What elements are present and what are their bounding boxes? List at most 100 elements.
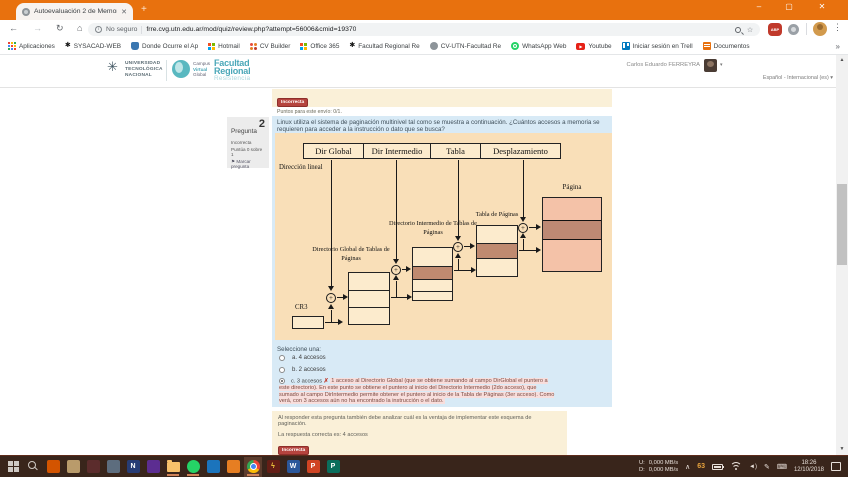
radio-icon[interactable] <box>279 355 285 361</box>
address-bar[interactable]: i No seguro frre.cvg.utn.edu.ar/mod/quiz… <box>88 23 760 36</box>
close-button[interactable]: ✕ <box>815 2 829 11</box>
taskbar-app-orange[interactable] <box>224 457 242 477</box>
table-row <box>349 307 389 323</box>
bookmark-whatsapp[interactable]: WhatsApp Web <box>511 42 566 50</box>
bookmark-donde-ocurre[interactable]: Donde Ocurre el Ap <box>131 42 198 50</box>
previous-question-outcome: Incorrecta Puntos para este envío: 0/1. <box>272 89 612 107</box>
taskbar-file-explorer[interactable] <box>164 457 182 477</box>
scrollbar-thumb[interactable] <box>837 184 847 265</box>
bookmark-star-icon[interactable]: ☆ <box>747 26 753 34</box>
keyboard-icon[interactable]: ⌨ <box>777 463 787 471</box>
extension-icon[interactable] <box>788 24 799 35</box>
scroll-up-icon[interactable]: ▲ <box>836 55 848 66</box>
whatsapp-icon <box>511 42 519 50</box>
tray-expand-icon[interactable]: ∧ <box>685 463 690 471</box>
clock[interactable]: 18:26 12/10/2018 <box>794 460 824 474</box>
connector-line <box>529 227 536 228</box>
user-avatar[interactable] <box>704 59 717 72</box>
speaker-icon[interactable]: ◄) <box>749 464 757 470</box>
pagination-diagram: Dir Global Dir Intermedio Tabla Desplaza… <box>275 133 612 340</box>
divider <box>806 23 807 35</box>
battery-icon[interactable] <box>712 464 723 470</box>
scroll-down-icon[interactable]: ▼ <box>836 444 848 455</box>
option-b[interactable]: b. 2 accesos <box>279 367 326 373</box>
table-row <box>413 291 452 300</box>
mail-app-icon <box>87 460 100 473</box>
radio-selected-icon[interactable] <box>279 378 285 384</box>
bookmark-documentos[interactable]: Documentos <box>703 42 750 50</box>
bookmark-cv-builder[interactable]: CV Builder <box>250 43 291 50</box>
tab-close-icon[interactable]: ✕ <box>121 8 127 16</box>
minimize-button[interactable]: – <box>752 2 766 11</box>
page-frame <box>542 197 602 272</box>
camera-app-icon <box>47 460 60 473</box>
security-label[interactable]: No seguro <box>106 26 137 33</box>
question-text: Linux utiliza el sistema de paginación m… <box>277 119 607 134</box>
user-menu[interactable]: Carlos Eduardo FERREYRA <box>570 62 700 68</box>
bookmark-aplicaciones[interactable]: Aplicaciones <box>8 42 55 50</box>
documents-icon <box>703 42 711 50</box>
taskbar-search[interactable] <box>24 457 42 477</box>
taskbar-app-visual-studio[interactable] <box>144 457 162 477</box>
bookmark-office365[interactable]: Office 365 <box>300 43 339 50</box>
taskbar-powerpoint[interactable]: P <box>304 457 322 477</box>
bookmark-sysacad[interactable]: ✱SYSACAD-WEB <box>65 42 121 50</box>
table-row <box>477 226 517 243</box>
chevron-down-icon[interactable]: ▾ <box>720 62 723 68</box>
bookmark-youtube[interactable]: ▶Youtube <box>576 43 611 50</box>
page-table <box>476 225 518 277</box>
arrow-right-icon <box>338 319 343 325</box>
taskbar-app-lightning[interactable]: ϟ <box>264 457 282 477</box>
page-scrollbar[interactable]: ▲ ▼ <box>836 55 848 455</box>
flag-question-link[interactable]: ⚑ Marcar pregunta <box>231 159 265 170</box>
utn-logo-icon: ✳ <box>107 59 118 75</box>
connector-line <box>519 250 536 251</box>
forward-icon[interactable]: → <box>33 23 42 33</box>
whatsapp-icon <box>187 460 200 473</box>
back-icon[interactable]: ← <box>9 23 18 33</box>
taskbar-publisher[interactable]: P <box>324 457 342 477</box>
temperature-badge[interactable]: 63 <box>697 463 705 470</box>
taskbar-app-onenote[interactable]: N <box>124 457 142 477</box>
radio-icon[interactable] <box>279 367 285 373</box>
action-center-icon[interactable] <box>831 462 841 471</box>
home-icon[interactable]: ⌂ <box>77 23 82 33</box>
bookmark-facultad[interactable]: ✱Facultad Regional Re <box>349 42 419 50</box>
reload-icon[interactable]: ↻ <box>56 23 64 34</box>
option-c[interactable]: c. 3 accesos ✗ 1 acceso al Directorio Gl… <box>279 378 555 405</box>
adblock-extension-icon[interactable]: ABP <box>768 23 782 36</box>
bookmark-cv-utn[interactable]: CV-UTN-Facultad Re <box>430 42 501 50</box>
browser-profile-avatar[interactable] <box>813 22 827 36</box>
intermediate-directory-table <box>412 247 453 301</box>
arrow-right-icon <box>536 224 541 230</box>
taskbar-app-mail[interactable] <box>84 457 102 477</box>
taskbar-app-camera[interactable] <box>44 457 62 477</box>
connector-line <box>523 160 524 217</box>
option-a[interactable]: a. 4 accesos <box>279 355 326 361</box>
pen-icon[interactable]: ✎ <box>764 463 770 471</box>
screen: Autoevaluación 2 de Memoria y ✕ + – ▢ ✕ … <box>0 0 848 477</box>
taskbar-word[interactable]: W <box>284 457 302 477</box>
url-text[interactable]: frre.cvg.utn.edu.ar/mod/quiz/review.php?… <box>146 26 356 33</box>
maximize-button[interactable]: ▢ <box>782 2 796 11</box>
browser-menu-icon[interactable]: ⋮ <box>833 22 842 33</box>
taskbar-app-store[interactable] <box>64 457 82 477</box>
taskbar-chrome[interactable] <box>244 457 262 477</box>
taskbar-whatsapp[interactable] <box>184 457 202 477</box>
start-button[interactable] <box>4 457 22 477</box>
language-selector[interactable]: Español - Internacional (es) ▾ <box>650 75 833 81</box>
bookmarks-overflow-icon[interactable]: » <box>836 42 840 51</box>
bookmark-trello[interactable]: Iniciar sesión en Trell <box>622 42 693 50</box>
adder-icon: + <box>391 265 401 275</box>
browser-tab[interactable]: Autoevaluación 2 de Memoria y ✕ <box>16 3 133 20</box>
adder-icon: + <box>453 242 463 252</box>
taskbar-app-photos[interactable] <box>104 457 122 477</box>
intermediate-directory-label: Directorio Intermedio de Tablas de Págin… <box>387 220 479 237</box>
field-dir-global: Dir Global <box>303 143 364 159</box>
info-icon[interactable]: i <box>95 26 102 33</box>
taskbar-trello[interactable] <box>204 457 222 477</box>
wifi-icon[interactable] <box>730 462 742 471</box>
bookmark-hotmail[interactable]: Hotmail <box>208 43 240 50</box>
new-tab-button[interactable]: + <box>141 4 147 16</box>
zoom-icon[interactable] <box>735 27 741 33</box>
